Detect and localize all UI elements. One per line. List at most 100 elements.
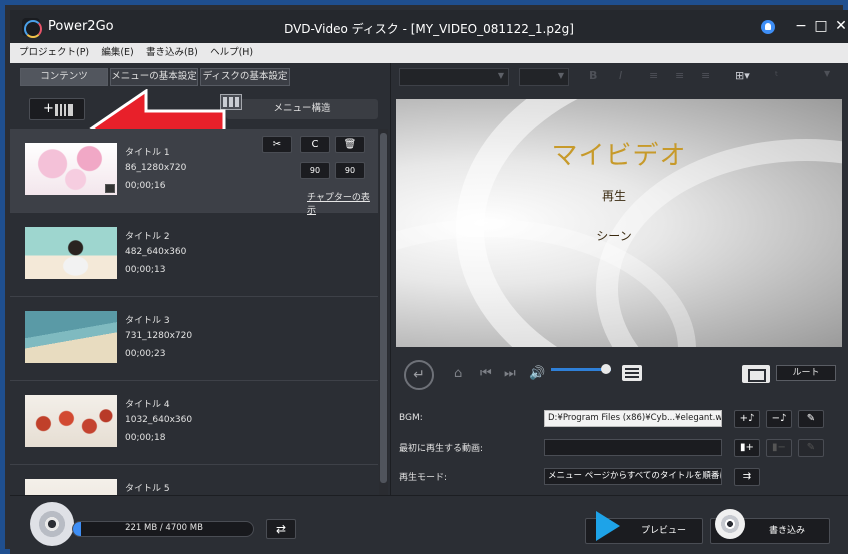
film-icon bbox=[55, 104, 73, 116]
item-id-resolution: 86_1280x720 bbox=[125, 163, 187, 173]
thumbnail-child bbox=[25, 227, 117, 279]
menu-title-text[interactable]: マイビデオ bbox=[396, 135, 842, 172]
preview-label: プレビュー bbox=[641, 526, 687, 536]
first-play-field[interactable] bbox=[544, 439, 722, 456]
list-item[interactable]: タイトル 3 731_1280x720 00;00;23 bbox=[10, 297, 378, 381]
root-button[interactable]: ルート bbox=[776, 365, 836, 381]
scrollbar-thumb[interactable] bbox=[380, 133, 387, 483]
rotate-right-button[interactable]: 90 bbox=[335, 162, 365, 179]
item-duration: 00;00;18 bbox=[125, 433, 166, 443]
item-title: タイトル 2 bbox=[125, 232, 170, 242]
menu-project[interactable]: プロジェクト(P) bbox=[19, 43, 89, 63]
title-list: タイトル 1 86_1280x720 00;00;16 ✂ C 🗑 90 90 … bbox=[10, 129, 378, 495]
rotate-left-button[interactable]: 90 bbox=[300, 162, 330, 179]
font-family-dropdown[interactable] bbox=[399, 68, 509, 86]
menu-preview[interactable]: マイビデオ 再生 シーン bbox=[396, 99, 842, 347]
add-first-play-button[interactable]: ▮+ bbox=[734, 439, 760, 457]
menu-settings: BGM: D:¥Program Files (x86)¥Cyb...¥elega… bbox=[391, 403, 848, 495]
list-scrollbar[interactable] bbox=[379, 129, 388, 495]
item-title: タイトル 5 bbox=[125, 484, 170, 494]
item-duration: 00;00;23 bbox=[125, 349, 166, 359]
next-icon[interactable]: ⏭ bbox=[504, 366, 516, 381]
add-video-button[interactable]: + bbox=[29, 98, 85, 120]
play-icon bbox=[105, 184, 115, 193]
volume-knob[interactable] bbox=[601, 364, 611, 374]
item-id-resolution: 482_640x360 bbox=[125, 247, 187, 257]
volume-icon[interactable]: 🔊 bbox=[529, 366, 545, 381]
align-right-icon[interactable]: ≡ bbox=[701, 69, 710, 82]
minimize-button[interactable]: − bbox=[791, 16, 811, 36]
bold-icon[interactable]: B bbox=[589, 69, 597, 82]
playback-controls: ↵ ⌂ ⏮ ⏭ 🔊 ルート bbox=[396, 360, 842, 390]
playlist-icon[interactable] bbox=[622, 365, 642, 381]
close-button[interactable]: ✕ bbox=[831, 16, 848, 36]
text-style-icon[interactable]: ᵗ bbox=[775, 69, 778, 82]
add-music-button[interactable]: +♪ bbox=[734, 410, 760, 428]
bottom-bar: 221 MB / 4700 MB ⇄ プレビュー 書き込み bbox=[10, 495, 848, 554]
account-icon[interactable] bbox=[761, 20, 775, 34]
menu-bar: プロジェクト(P) 編集(E) 書き込み(B) ヘルプ(H) bbox=[10, 43, 848, 63]
edit-first-play-button[interactable]: ✎ bbox=[798, 439, 824, 457]
bgm-field[interactable]: D:¥Program Files (x86)¥Cyb...¥elegant.wm… bbox=[544, 410, 722, 427]
maximize-button[interactable]: □ bbox=[811, 16, 831, 36]
menu-play-link[interactable]: 再生 bbox=[396, 187, 832, 204]
capacity-bar: 221 MB / 4700 MB bbox=[72, 521, 254, 537]
remove-music-button[interactable]: −♪ bbox=[766, 410, 792, 428]
more-chevron-icon[interactable]: ▼ bbox=[824, 69, 830, 78]
menu-help[interactable]: ヘルプ(H) bbox=[210, 43, 253, 63]
font-size-dropdown[interactable] bbox=[519, 68, 569, 86]
preview-button[interactable]: プレビュー bbox=[585, 511, 703, 544]
plus-icon: + bbox=[43, 101, 54, 116]
play-mode-label: 再生モード: bbox=[399, 473, 448, 483]
delete-button[interactable]: 🗑 bbox=[335, 136, 365, 153]
app-window: Power2Go DVD-Video ディスク - [MY_VIDEO_0811… bbox=[0, 0, 848, 554]
tab-content[interactable]: コンテンツ bbox=[20, 68, 108, 86]
item-id-resolution: 1032_640x360 bbox=[125, 415, 193, 425]
item-duration: 00;00;13 bbox=[125, 265, 166, 275]
burn-label: 書き込み bbox=[769, 526, 806, 536]
thumbnail-cherry-blossom bbox=[25, 143, 117, 195]
align-left-icon[interactable]: ≡ bbox=[649, 69, 658, 82]
layout-grid-icon[interactable]: ⊞▾ bbox=[735, 69, 750, 82]
bgm-label: BGM: bbox=[399, 413, 423, 423]
preview-panel: B I ≡ ≡ ≡ ⊞▾ ᵗ ▼ マイビデオ 再生 シーン ↵ ⌂ ⏮ ⏭ 🔊 bbox=[390, 63, 848, 495]
chapter-button[interactable]: C bbox=[300, 136, 330, 153]
menu-edit[interactable]: 編集(E) bbox=[101, 43, 133, 63]
list-item[interactable]: タイトル 1 86_1280x720 00;00;16 ✂ C 🗑 90 90 … bbox=[10, 129, 378, 216]
remove-first-play-button[interactable]: ▮− bbox=[766, 439, 792, 457]
edit-music-button[interactable]: ✎ bbox=[798, 410, 824, 428]
play-mode-settings-button[interactable]: ⇉ bbox=[734, 468, 760, 486]
thumbnail-pastries bbox=[25, 395, 117, 447]
item-title: タイトル 3 bbox=[125, 316, 170, 326]
burn-disc-icon bbox=[715, 509, 745, 539]
list-item[interactable]: タイトル 2 482_640x360 00;00;13 bbox=[10, 213, 378, 297]
swap-button[interactable]: ⇄ bbox=[266, 519, 296, 539]
menu-burn[interactable]: 書き込み(B) bbox=[146, 43, 198, 63]
play-icon bbox=[596, 511, 620, 541]
list-item[interactable]: タイトル 5 bbox=[10, 465, 378, 495]
menu-structure-button[interactable]: メニュー構造 bbox=[226, 99, 378, 119]
aspect-ratio-button[interactable] bbox=[742, 365, 770, 383]
play-mode-field[interactable]: メニュー ページからすべてのタイトルを順番に再... bbox=[544, 468, 722, 485]
thumbnail-beach bbox=[25, 311, 117, 363]
burn-button[interactable]: 書き込み bbox=[710, 509, 830, 544]
return-button[interactable]: ↵ bbox=[404, 360, 434, 390]
first-play-label: 最初に再生する動画: bbox=[399, 444, 484, 454]
format-toolbar: B I ≡ ≡ ≡ ⊞▾ ᵗ ▼ bbox=[399, 68, 839, 86]
tab-menu-settings[interactable]: メニューの基本設定 bbox=[110, 68, 198, 86]
menu-scene-link[interactable]: シーン bbox=[396, 227, 832, 244]
capacity-text: 221 MB / 4700 MB bbox=[125, 523, 203, 533]
tab-disc-settings[interactable]: ディスクの基本設定 bbox=[200, 68, 290, 86]
title-bar: Power2Go DVD-Video ディスク - [MY_VIDEO_0811… bbox=[10, 10, 848, 43]
item-id-resolution: 731_1280x720 bbox=[125, 331, 193, 341]
list-item[interactable]: タイトル 4 1032_640x360 00;00;18 bbox=[10, 381, 378, 465]
align-center-icon[interactable]: ≡ bbox=[675, 69, 684, 82]
home-icon[interactable]: ⌂ bbox=[454, 366, 462, 381]
thumbnail-5 bbox=[25, 479, 117, 495]
item-duration: 00;00;16 bbox=[125, 181, 166, 191]
trim-button[interactable]: ✂ bbox=[262, 136, 292, 153]
italic-icon[interactable]: I bbox=[619, 69, 622, 82]
item-title: タイトル 4 bbox=[125, 400, 170, 410]
content-panel: コンテンツ メニューの基本設定 ディスクの基本設定 + メニュー構造 タイトル … bbox=[10, 63, 390, 495]
previous-icon[interactable]: ⏮ bbox=[480, 366, 492, 381]
